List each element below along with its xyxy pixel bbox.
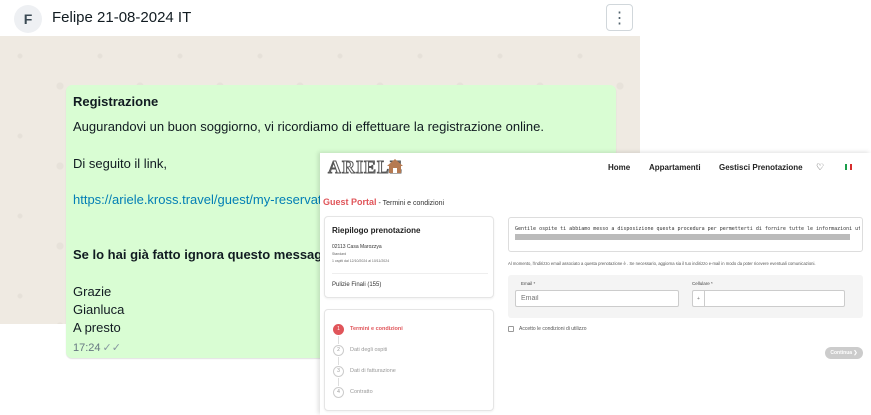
page-subtitle: - Termini e condizioni bbox=[376, 200, 445, 207]
step-connector bbox=[338, 357, 339, 365]
chat-header: F Felipe 21-08-2024 IT ⋮ bbox=[0, 0, 640, 36]
message-line: Di seguito il link, bbox=[73, 156, 167, 171]
nav-gestisci-prenotazione[interactable]: Gestisci Prenotazione bbox=[719, 163, 803, 172]
contact-form-panel: Email * Cellulare * bbox=[508, 275, 863, 318]
cleaning-fee: Pulizie Finali (155) bbox=[332, 282, 382, 288]
message-signoff: A presto bbox=[73, 320, 121, 335]
screenshot-stage: F Felipe 21-08-2024 IT ⋮ Registrazione A… bbox=[0, 0, 871, 415]
step-connector bbox=[338, 336, 339, 344]
terms-scrollbar[interactable] bbox=[515, 234, 850, 240]
message-line: Se lo hai già fatto ignora questo messag… bbox=[73, 247, 342, 262]
booking-dates: 1 ospiti dal 12/10/2024 al 10/11/2024 bbox=[332, 259, 390, 263]
email-input[interactable] bbox=[515, 290, 679, 307]
guest-portal-label: Guest Portal bbox=[323, 197, 377, 207]
accept-label: Accetto le condizioni di utilizzo bbox=[519, 326, 587, 332]
menu-dots-icon[interactable]: ⋮ bbox=[606, 4, 633, 31]
step-ospiti[interactable]: 2 Dati degli ospiti bbox=[333, 344, 387, 356]
message-heading: Registrazione bbox=[73, 94, 159, 109]
nav-appartamenti[interactable]: Appartamenti bbox=[649, 163, 701, 172]
booking-rate: Standard bbox=[332, 252, 347, 256]
page-title: Guest Portal - Termini e condizioni bbox=[323, 197, 444, 207]
booking-summary-card: Riepilogo prenotazione 02113 Casa Marozz… bbox=[324, 216, 494, 298]
step-label: Dati degli ospiti bbox=[350, 347, 388, 353]
contact-avatar[interactable]: F bbox=[14, 5, 42, 33]
steps-card: 1 Termini e condizioni 2 Dati degli ospi… bbox=[324, 309, 494, 411]
phone-input[interactable] bbox=[704, 290, 845, 307]
message-link[interactable]: https://ariele.kross.travel/guest/my-res… bbox=[73, 192, 324, 207]
portal-navbar: ARIELE Home Appartamenti Gestisci Prenot… bbox=[320, 153, 871, 183]
message-signoff: Grazie bbox=[73, 284, 112, 299]
step-fatturazione[interactable]: 3 Dati di fatturazione bbox=[333, 365, 396, 377]
step-number: 2 bbox=[333, 344, 344, 356]
step-number: 1 bbox=[333, 323, 344, 335]
email-info-note: Al momento, l'indirizzo email associato … bbox=[508, 261, 816, 266]
terms-textarea[interactable]: Gentile ospite ti abbiamo messo a dispos… bbox=[508, 217, 863, 252]
accept-terms-row[interactable]: Accetto le condizioni di utilizzo bbox=[508, 326, 587, 332]
flag-stripe-red bbox=[849, 164, 852, 170]
guest-portal-window: ARIELE Home Appartamenti Gestisci Prenot… bbox=[320, 153, 871, 415]
divider bbox=[332, 273, 488, 274]
house-logo-icon bbox=[387, 159, 403, 173]
italy-flag-icon[interactable] bbox=[845, 164, 852, 170]
heart-icon[interactable]: ♡ bbox=[816, 162, 824, 173]
step-number: 3 bbox=[333, 365, 344, 377]
message-line: Augurandovi un buon soggiorno, vi ricord… bbox=[73, 119, 544, 134]
summary-title: Riepilogo prenotazione bbox=[332, 226, 421, 235]
step-connector bbox=[338, 378, 339, 386]
message-time: 17:24 ✓✓ bbox=[73, 341, 121, 354]
email-label: Email * bbox=[521, 281, 536, 286]
accept-checkbox[interactable] bbox=[508, 326, 514, 332]
phone-prefix-select[interactable]: + bbox=[692, 290, 704, 307]
message-signoff: Gianluca bbox=[73, 302, 125, 317]
booking-code: 02113 Casa Marozzya bbox=[332, 244, 382, 250]
step-contratto[interactable]: 4 Contratto bbox=[333, 386, 373, 398]
step-label: Termini e condizioni bbox=[350, 326, 403, 332]
nav-home[interactable]: Home bbox=[608, 163, 630, 172]
step-number: 4 bbox=[333, 386, 344, 398]
phone-label: Cellulare * bbox=[692, 281, 713, 286]
double-check-icon: ✓✓ bbox=[102, 342, 121, 354]
terms-text: Gentile ospite ti abbiamo messo a dispos… bbox=[515, 226, 860, 232]
continue-button[interactable]: Continua ❯ bbox=[825, 347, 863, 359]
step-label: Contratto bbox=[350, 389, 373, 395]
step-label: Dati di fatturazione bbox=[350, 368, 396, 374]
step-termini[interactable]: 1 Termini e condizioni bbox=[333, 323, 403, 335]
chat-title: Felipe 21-08-2024 IT bbox=[52, 9, 192, 26]
message-timestamp: 17:24 bbox=[73, 342, 101, 354]
